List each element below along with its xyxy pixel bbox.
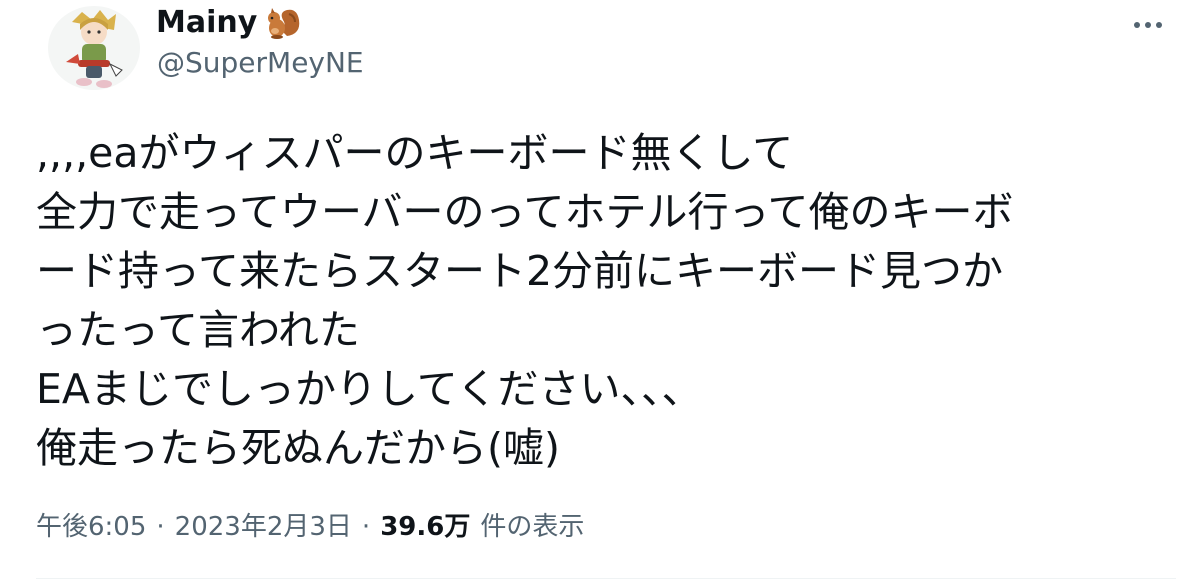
more-options-icon[interactable] [1128,10,1168,40]
tweet-date[interactable]: 2023年2月3日 [175,506,352,543]
author-name-row: Mainy [156,2,303,42]
tweet-text-line: 俺走ったら死ぬんだから(嘘) [36,424,560,472]
tweet-card: Mainy @SuperMeyNE ,,,,eaがウィスパーのキーボード無くして… [0,0,1202,586]
meta-separator: · [361,512,371,542]
views-count[interactable]: 39.6万 [380,506,470,543]
user-handle[interactable]: @SuperMeyNE [157,46,364,79]
dot [1134,22,1140,28]
squirrel-icon [268,8,300,39]
meta-separator: · [156,512,165,542]
tweet-text-line: 全力で走ってウーバーのってホテル行って俺のキーボ [36,188,1014,236]
tweet-text-line: ,,,,eaがウィスパーのキーボード無くして [36,129,794,177]
avatar[interactable] [42,4,146,92]
tweet-text-line: ったって言われた [36,306,360,354]
display-name[interactable]: Mainy [156,5,257,40]
dot [1156,22,1162,28]
divider [36,578,1176,579]
tweet-time[interactable]: 午後6:05 [36,506,146,543]
views-label: 件の表示 [480,512,585,542]
tweet-text-line: EAまじでしっかりしてください、、、 [36,365,703,413]
tweet-text-line: ード持って来たらスタート2分前にキーボード見つか [36,247,1004,295]
tweet-meta: 午後6:05 · 2023年2月3日 · 39.6万 件の表示 [36,506,584,543]
dot [1145,22,1151,28]
tweet-text: ,,,,eaがウィスパーのキーボード無くして 全力で走ってウーバーのってホテル行… [36,124,1176,478]
